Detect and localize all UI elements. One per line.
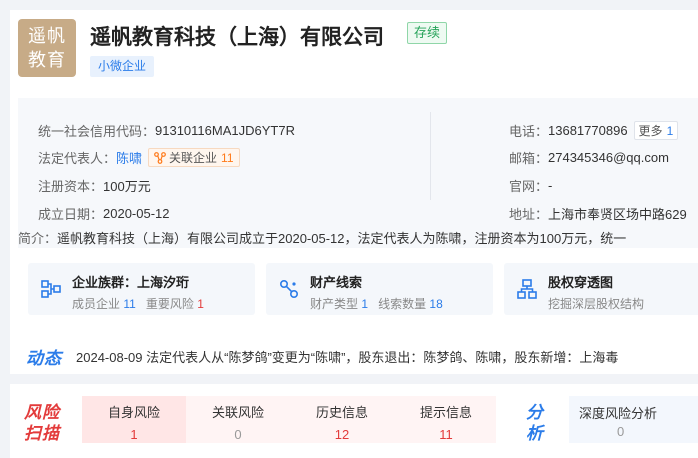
feature-sub-equity: 挖掘深层股权结构 xyxy=(548,297,645,311)
risk-item-value: 12 xyxy=(334,427,350,442)
risk-item-label: 自身风险 xyxy=(107,405,160,420)
more-phones-button[interactable]: 更多 1 xyxy=(633,121,679,140)
org-chart-icon xyxy=(41,280,61,298)
clue-count: 18 xyxy=(429,297,443,311)
info-divider xyxy=(430,112,431,200)
deep-risk-label: 深度风险分析 xyxy=(579,406,658,421)
credit-code-label: 统一社会信用代码： xyxy=(38,124,156,139)
website-value: - xyxy=(548,178,553,193)
risk-item-label: 提示信息 xyxy=(419,405,472,420)
email-label: 邮箱： xyxy=(509,151,549,166)
risk-item-history[interactable]: 历史信息 12 xyxy=(290,396,394,443)
analysis-label-line1: 分 xyxy=(526,403,543,422)
legal-rep-row: 法定代表人： 陈啸 关联企业 11 xyxy=(38,148,240,167)
more-count: 1 xyxy=(666,123,674,138)
feature-card-equity[interactable]: 股权穿透图 挖掘深层股权结构 xyxy=(504,263,698,315)
property-type-count: 1 xyxy=(361,297,369,311)
address-value[interactable]: 上海市奉贤区场中路629 xyxy=(548,204,687,223)
member-count: 11 xyxy=(123,297,136,311)
logo-text-line2: 教育 xyxy=(28,50,66,70)
company-name: 遥帆教育科技（上海）有限公司 xyxy=(90,26,384,49)
dynamics-text[interactable]: 2024-08-09 法定代表人从“陈梦鸽”变更为“陈啸”，股东退出：陈梦鸽、陈… xyxy=(76,347,618,366)
founded-value: 2020-05-12 xyxy=(103,206,170,221)
company-logo: 遥帆 教育 xyxy=(18,19,76,77)
equity-tree-icon xyxy=(517,279,537,299)
risk-scan-panel: 自身风险 1 关联风险 0 历史信息 12 提示信息 11 xyxy=(82,396,496,443)
feature-card-property[interactable]: 财产线索 财产类型 1 线索数量 18 xyxy=(266,263,493,315)
risk-scan-label: 风险 扫描 xyxy=(24,402,64,444)
risk-item-label: 历史信息 xyxy=(315,405,368,420)
founded-row: 成立日期： 2020-05-12 xyxy=(38,204,170,223)
assoc-label: 关联企业 xyxy=(169,151,218,165)
dynamics-label: 动态 xyxy=(26,349,62,368)
scale-tag[interactable]: 小微企业 xyxy=(90,56,155,77)
risk-item-label: 关联风险 xyxy=(211,405,264,420)
legal-rep-link[interactable]: 陈啸 xyxy=(116,148,142,167)
email-value[interactable]: 274345346@qq.com xyxy=(548,150,669,165)
company-brief: 简介：遥帆教育科技（上海）有限公司成立于2020-05-12，法定代表人为陈啸，… xyxy=(18,228,626,247)
risk-scan-label-line1: 风险 xyxy=(24,403,60,422)
risk-scan-label-line2: 扫描 xyxy=(24,424,60,443)
brief-label: 简介： xyxy=(18,231,58,246)
capital-label: 注册资本： xyxy=(38,179,104,194)
capital-value: 100万元 xyxy=(103,179,151,194)
website-label: 官网： xyxy=(509,179,549,194)
address-label: 地址： xyxy=(509,207,549,222)
credit-code-value[interactable]: 91310116MA1JD6YT7R xyxy=(155,123,295,138)
phone-label: 电话： xyxy=(509,124,549,139)
email-row: 邮箱： 274345346@qq.com xyxy=(509,148,669,167)
assoc-icon xyxy=(154,151,166,164)
more-label: 更多 xyxy=(638,124,663,138)
credit-code-row: 统一社会信用代码： 91310116MA1JD6YT7R xyxy=(38,121,295,140)
feature-title-equity: 股权穿透图 xyxy=(548,275,614,290)
member-label: 成员企业 xyxy=(72,297,121,311)
phone-value[interactable]: 13681770896 xyxy=(548,123,628,138)
risk-item-value: 1 xyxy=(130,427,138,442)
assoc-companies-button[interactable]: 关联企业 11 xyxy=(148,148,240,167)
risk-label: 重要风险 xyxy=(145,297,194,311)
status-badge: 存续 xyxy=(407,22,448,44)
feature-card-group[interactable]: 企业族群：上海汐珩 成员企业 11 重要风险 1 xyxy=(28,263,255,315)
risk-count: 1 xyxy=(197,297,204,311)
founded-label: 成立日期： xyxy=(38,207,104,222)
deep-risk-analysis[interactable]: 深度风险分析 0 xyxy=(569,396,698,443)
logo-text-line1: 遥帆 xyxy=(28,26,66,46)
capital-row: 注册资本： 100万元 xyxy=(38,176,151,195)
website-row: 官网： - xyxy=(509,176,552,195)
assoc-count: 11 xyxy=(221,150,234,165)
feature-sub-property: 财产类型 1 线索数量 18 xyxy=(310,295,443,312)
risk-item-self[interactable]: 自身风险 1 xyxy=(82,396,186,443)
legal-rep-label: 法定代表人： xyxy=(38,151,117,166)
brief-text: 遥帆教育科技（上海）有限公司成立于2020-05-12，法定代表人为陈啸，注册资… xyxy=(57,231,627,246)
analysis-label: 分 析 xyxy=(526,402,548,444)
deep-risk-value: 0 xyxy=(617,424,625,439)
property-type-label: 财产类型 xyxy=(310,297,359,311)
analysis-label-line2: 析 xyxy=(526,424,543,443)
risk-item-related[interactable]: 关联风险 0 xyxy=(186,396,290,443)
clue-label: 线索数量 xyxy=(378,297,427,311)
phone-row: 电话： 13681770896 更多 1 xyxy=(509,121,679,140)
risk-item-notice[interactable]: 提示信息 11 xyxy=(394,396,498,443)
feature-title-group: 企业族群：上海汐珩 xyxy=(72,275,190,290)
risk-item-value: 0 xyxy=(234,427,242,442)
feature-sub-group: 成员企业 11 重要风险 1 xyxy=(72,295,204,312)
address-row: 地址： 上海市奉贤区场中路629 xyxy=(509,204,687,223)
risk-item-value: 11 xyxy=(439,427,453,442)
feature-title-property: 财产线索 xyxy=(310,275,363,290)
link-nodes-icon xyxy=(279,279,299,299)
